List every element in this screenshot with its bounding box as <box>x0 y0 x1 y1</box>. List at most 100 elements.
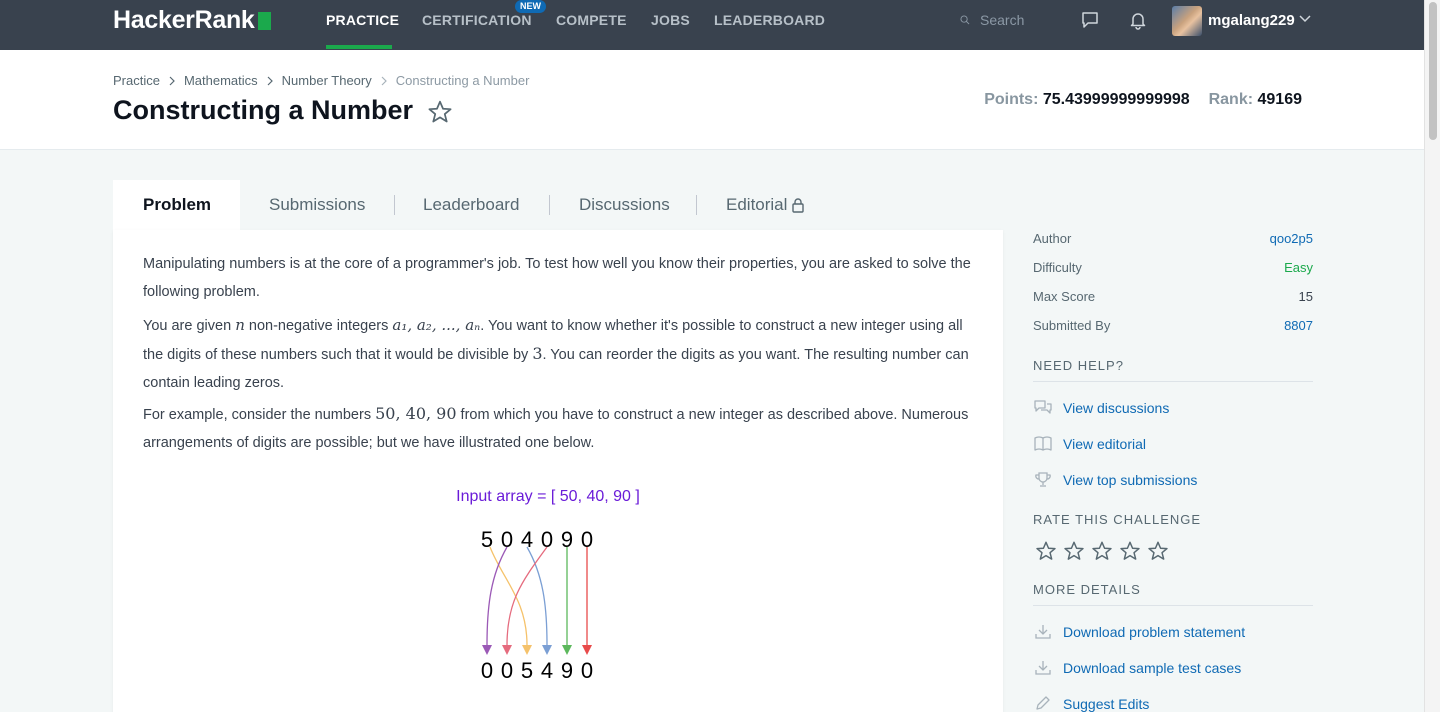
user-stats: Points: 75.43999999999998 Rank: 49169 <box>984 91 1302 109</box>
nav-active-underline <box>326 45 392 49</box>
bottom-digit: 9 <box>560 658 574 683</box>
nav-leaderboard[interactable]: LEADERBOARD <box>714 12 825 28</box>
breadcrumb-chevron-icon <box>267 76 273 85</box>
rank-label: Rank: <box>1208 91 1254 108</box>
download-sample-test-cases-label: Download sample test cases <box>1063 660 1242 676</box>
nav-jobs[interactable]: JOBS <box>651 12 690 28</box>
lock-icon <box>792 198 805 213</box>
messages-icon[interactable] <box>1080 10 1100 30</box>
bottom-digit: 0 <box>480 658 494 683</box>
notifications-bell-icon[interactable] <box>1128 10 1148 30</box>
problem-paragraph-2: You are given n non-negative integers a₁… <box>143 316 969 391</box>
mapping-arrowhead <box>562 645 572 655</box>
info-max-score: Max Score 15 <box>1033 289 1313 309</box>
new-badge: NEW <box>515 0 546 13</box>
problem-paragraph-1: Manipulating numbers is at the core of a… <box>143 256 971 300</box>
mapping-arrowhead <box>482 645 492 655</box>
info-difficulty-key: Difficulty <box>1033 260 1082 275</box>
discussions-icon <box>1034 400 1052 414</box>
pencil-icon <box>1036 696 1050 710</box>
logo-text: HackerRank <box>113 5 255 34</box>
rating-star-icon[interactable] <box>1091 540 1113 562</box>
info-difficulty: Difficulty Easy <box>1033 260 1313 280</box>
chevron-down-icon[interactable] <box>1298 12 1312 26</box>
problem-statement-card: Manipulating numbers is at the core of a… <box>113 230 1003 712</box>
username[interactable]: mgalang229 <box>1208 12 1295 29</box>
suggest-edits-label: Suggest Edits <box>1063 696 1150 712</box>
tab-divider <box>549 195 550 215</box>
download-sample-test-cases-link[interactable]: Download sample test cases <box>1033 657 1241 679</box>
problem-paragraph-3: For example, consider the numbers 50, 40… <box>143 404 969 451</box>
points-label: Points: <box>984 91 1039 108</box>
mapping-arrow <box>506 546 548 646</box>
mapping-arrow <box>489 546 528 646</box>
rating-star-icon[interactable] <box>1119 540 1141 562</box>
logo-block <box>257 12 271 30</box>
view-discussions-label: View discussions <box>1063 400 1170 416</box>
nav-certification[interactable]: CERTIFICATION <box>422 12 532 28</box>
info-max-score-key: Max Score <box>1033 289 1096 304</box>
mapping-arrows <box>482 546 592 655</box>
tab-editorial[interactable]: Editorial <box>726 180 805 230</box>
points-value: 75.43999999999998 <box>1042 91 1190 108</box>
bottom-digit: 0 <box>580 658 594 683</box>
info-author: Author qoo2p5 <box>1033 231 1313 251</box>
mapping-arrowhead <box>522 645 532 655</box>
search-icon <box>960 15 970 25</box>
mapping-arrowhead <box>582 645 592 655</box>
tab-problem[interactable]: Problem <box>113 180 240 230</box>
info-submitted-by: Submitted By 8807 <box>1033 318 1313 338</box>
info-submitted-by-key: Submitted By <box>1033 318 1111 333</box>
tab-editorial-label: Editorial <box>726 195 788 214</box>
breadcrumb-number-theory[interactable]: Number Theory <box>282 73 372 88</box>
scrollbar-thumb[interactable] <box>1429 2 1437 140</box>
mapping-arrowhead <box>542 645 552 655</box>
difficulty-value: Easy <box>1284 260 1313 275</box>
max-score-value: 15 <box>1298 289 1313 304</box>
page-title: Constructing a Number <box>113 95 414 125</box>
more-details-title: MORE DETAILS <box>1033 582 1313 606</box>
hackerrank-logo[interactable]: HackerRank <box>113 6 271 34</box>
bookmark-star-icon[interactable] <box>427 99 453 125</box>
view-top-submissions-label: View top submissions <box>1063 472 1198 488</box>
view-editorial-link[interactable]: View editorial <box>1033 433 1146 455</box>
view-editorial-label: View editorial <box>1063 436 1147 452</box>
search-box[interactable] <box>960 10 1060 30</box>
rating-star-icon[interactable] <box>1147 540 1169 562</box>
page-scrollbar[interactable] <box>1424 0 1440 712</box>
rating-star-icon[interactable] <box>1035 540 1057 562</box>
trophy-icon <box>1035 472 1051 487</box>
bottom-digit: 0 <box>500 658 514 683</box>
breadcrumb: Practice Mathematics Number Theory Const… <box>113 73 529 88</box>
view-top-submissions-link[interactable]: View top submissions <box>1033 469 1197 491</box>
breadcrumb-current: Constructing a Number <box>395 73 530 88</box>
author-link[interactable]: qoo2p5 <box>1270 231 1313 251</box>
tab-discussions[interactable]: Discussions <box>579 180 670 230</box>
top-navbar: HackerRank PRACTICE CERTIFICATION NEW CO… <box>0 0 1424 50</box>
rank-value: 49169 <box>1257 91 1303 108</box>
mapping-arrowhead <box>502 645 512 655</box>
need-help-title: NEED HELP? <box>1033 358 1313 382</box>
avatar[interactable] <box>1172 6 1202 36</box>
tab-submissions[interactable]: Submissions <box>269 180 365 230</box>
view-discussions-link[interactable]: View discussions <box>1033 397 1169 419</box>
breadcrumb-mathematics[interactable]: Mathematics <box>184 73 258 88</box>
tab-divider <box>696 195 697 215</box>
book-icon <box>1034 436 1052 451</box>
breadcrumb-chevron-icon <box>381 76 387 85</box>
nav-compete[interactable]: COMPETE <box>556 12 627 28</box>
tab-leaderboard[interactable]: Leaderboard <box>423 180 519 230</box>
search-input[interactable] <box>980 12 1060 28</box>
challenge-header: Practice Mathematics Number Theory Const… <box>0 50 1424 150</box>
breadcrumb-practice[interactable]: Practice <box>113 73 160 88</box>
rating-star-icon[interactable] <box>1063 540 1085 562</box>
download-icon <box>1035 625 1051 639</box>
download-problem-statement-label: Download problem statement <box>1063 624 1246 640</box>
nav-practice[interactable]: PRACTICE <box>326 12 399 28</box>
download-problem-statement-link[interactable]: Download problem statement <box>1033 621 1245 643</box>
suggest-edits-link[interactable]: Suggest Edits <box>1033 693 1149 712</box>
rate-challenge-title: RATE THIS CHALLENGE <box>1033 512 1202 527</box>
download-icon <box>1035 661 1051 675</box>
submitted-by-link[interactable]: 8807 <box>1284 318 1313 338</box>
breadcrumb-chevron-icon <box>169 76 175 85</box>
